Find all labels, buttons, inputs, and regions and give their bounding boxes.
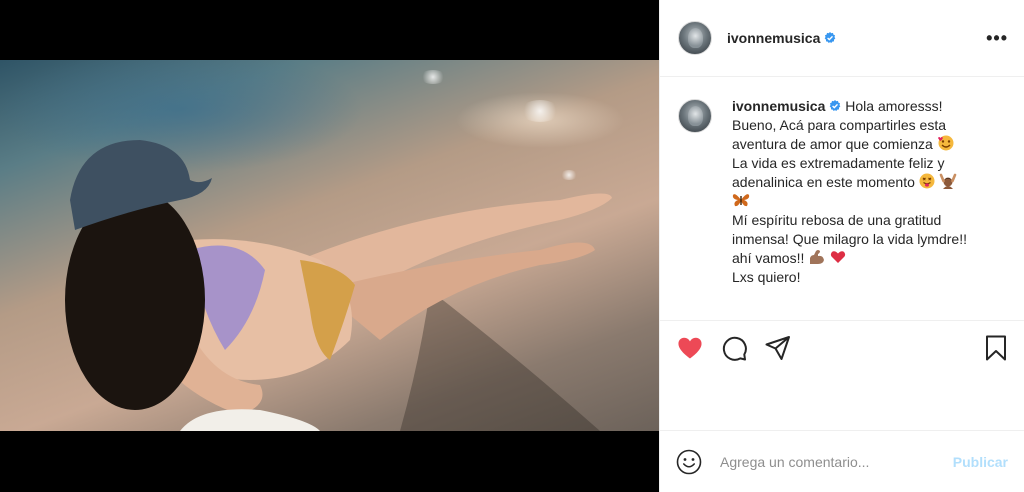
caption-line-1: ivonnemusica Hola amoresss! — [732, 97, 994, 116]
post-sidebar: ivonnemusica ••• ivonnemusica Hola amore… — [659, 0, 1024, 492]
comment-icon[interactable] — [720, 334, 748, 362]
caption-text-line: Lxs quiero! — [732, 269, 801, 285]
caption-text-line: La vida es extremadamente feliz y — [732, 155, 945, 171]
post-header: ivonnemusica ••• — [660, 0, 1024, 77]
smiley-icon[interactable] — [676, 449, 702, 475]
paper-plane-icon[interactable] — [764, 334, 792, 362]
caption-text-line: aventura de amor que comienza — [732, 136, 933, 152]
caption-text: ivonnemusica Hola amoresss! Bueno, Acá p… — [732, 97, 994, 320]
bookmark-icon[interactable] — [982, 334, 1010, 362]
caption-username-link[interactable]: ivonnemusica — [732, 98, 825, 114]
more-options-button[interactable]: ••• — [986, 29, 1008, 47]
username-link[interactable]: ivonnemusica — [727, 30, 820, 46]
caption-avatar[interactable] — [678, 99, 712, 133]
flexed-biceps-emoji-icon — [810, 250, 825, 264]
caption-text-line: Mí espíritu rebosa de una gratitud — [732, 212, 942, 228]
photo-illustration — [65, 140, 612, 431]
caption-text-line: Hola amoresss! — [845, 98, 943, 114]
caption-section: ivonnemusica Hola amoresss! Bueno, Acá p… — [660, 77, 1024, 321]
red-heart-emoji-icon — [831, 251, 846, 263]
post-photo[interactable] — [0, 60, 659, 431]
caption-text-line: Bueno, Acá para compartirles esta — [732, 117, 947, 133]
smiling-hearts-emoji-icon — [937, 135, 954, 151]
media-panel — [0, 0, 659, 492]
tongue-out-emoji-icon — [919, 173, 935, 189]
comment-form: Publicar — [660, 430, 1024, 492]
caption-line-6 — [732, 192, 994, 211]
caption-text-line: adenalinica en este momento — [732, 174, 915, 190]
caption-line-5: adenalinica en este momento — [732, 173, 994, 192]
heart-icon[interactable] — [676, 334, 704, 362]
butterfly-emoji-icon — [732, 194, 750, 207]
caption-line-3: aventura de amor que comienza — [732, 135, 994, 154]
publish-button[interactable]: Publicar — [953, 454, 1008, 470]
verified-badge-icon — [825, 32, 836, 43]
person-raising-hands-emoji-icon — [939, 173, 956, 189]
caption-line-9: ahí vamos!! — [732, 249, 994, 268]
verified-badge-icon — [830, 100, 841, 111]
instagram-post-modal: ivonnemusica ••• ivonnemusica Hola amore… — [0, 0, 1024, 492]
action-bar — [660, 321, 1024, 375]
avatar[interactable] — [678, 21, 712, 55]
caption-text-line: inmensa! Que milagro la vida lymdre!! — [732, 231, 967, 247]
comment-input[interactable] — [720, 453, 940, 470]
caption-text-line: ahí vamos!! — [732, 250, 805, 266]
